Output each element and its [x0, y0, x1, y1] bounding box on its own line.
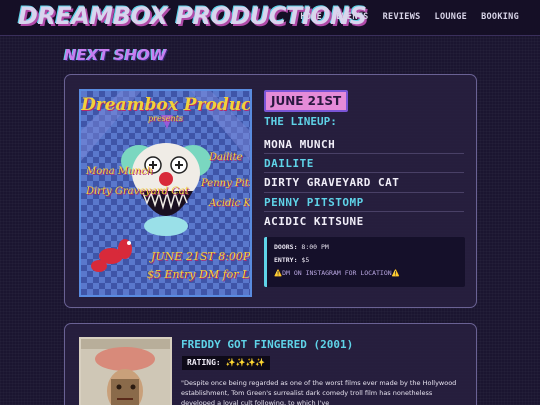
nav-home-link[interactable]: HOME [300, 12, 322, 22]
review-card: FREDDY GOT FINGERED (2001) RATING: ✨✨✨✨ … [64, 323, 477, 405]
nav-events-link[interactable]: EVENTS [336, 12, 369, 22]
lineup-act: DAILITE [264, 154, 464, 174]
entry-label: ENTRY: [274, 256, 298, 264]
poster-act-5: Acidic Kitsune [209, 198, 251, 209]
poster-act-3: Dirty Graveyard Cat [86, 186, 189, 197]
doors-label: DOORS: [274, 243, 298, 251]
rating-badge: RATING: ✨✨✨✨ [182, 356, 271, 370]
rating-stars: ✨✨✨✨ [225, 358, 266, 367]
main-nav: HOME EVENTS REVIEWS LOUNGE BOOKING [300, 12, 519, 22]
event-poster-image[interactable]: Dreambox Productions presents Mona Munch… [79, 89, 252, 297]
movie-poster-image[interactable] [79, 337, 172, 405]
movie-poster-art [81, 339, 170, 405]
top-navbar: DREAMBOX PRODUCTIONS HOME EVENTS REVIEWS… [0, 0, 540, 36]
nav-booking-link[interactable]: BOOKING [481, 12, 519, 22]
instagram-note: ⚠️DM ON INSTAGRAM FOR LOCATION⚠️ [274, 269, 400, 277]
poster-presents: presents [148, 114, 183, 123]
review-text: "Despite once being regarded as one of t… [181, 379, 457, 405]
poster-date-line: JUNE 21ST 8:00PM Doors [151, 250, 251, 263]
lineup-act: ACIDIC KITSUNE [264, 214, 364, 228]
event-date-badge: JUNE 21ST [264, 90, 349, 112]
poster-title: Dreambox Productions [81, 95, 252, 115]
nav-reviews-link[interactable]: REVIEWS [383, 12, 421, 22]
doors-value: 8:00 PM [301, 243, 329, 251]
lineup-act: PENNY PITSTOMP [264, 193, 464, 212]
entry-value: $5 [301, 256, 310, 264]
rating-label: RATING: [187, 358, 221, 367]
doors-row: DOORS: 8:00 PM [274, 243, 465, 251]
poster-act-2: Dailite [209, 152, 243, 163]
lineup-heading: THE LINEUP: [264, 115, 337, 128]
lineup-act: DIRTY GRAVEYARD CAT [264, 173, 464, 193]
event-info-box: DOORS: 8:00 PM ENTRY: $5 ⚠️DM ON INSTAGR… [264, 237, 465, 287]
poster-entry-line: $5 Entry DM for LOCATION [147, 268, 250, 281]
entry-row: ENTRY: $5 [274, 256, 465, 264]
review-title[interactable]: FREDDY GOT FINGERED (2001) [181, 338, 353, 351]
next-show-card: Dreambox Productions presents Mona Munch… [64, 74, 477, 308]
poster-act-1: Mona Munch [86, 166, 154, 177]
next-show-heading: NEXT SHOW [64, 46, 167, 64]
lineup-list: MONA MUNCH DAILITE DIRTY GRAVEYARD CAT P… [264, 135, 464, 231]
poster-act-4: Penny Pitstomp [201, 178, 250, 189]
lineup-act: MONA MUNCH [264, 135, 464, 155]
nav-lounge-link[interactable]: LOUNGE [435, 12, 468, 22]
